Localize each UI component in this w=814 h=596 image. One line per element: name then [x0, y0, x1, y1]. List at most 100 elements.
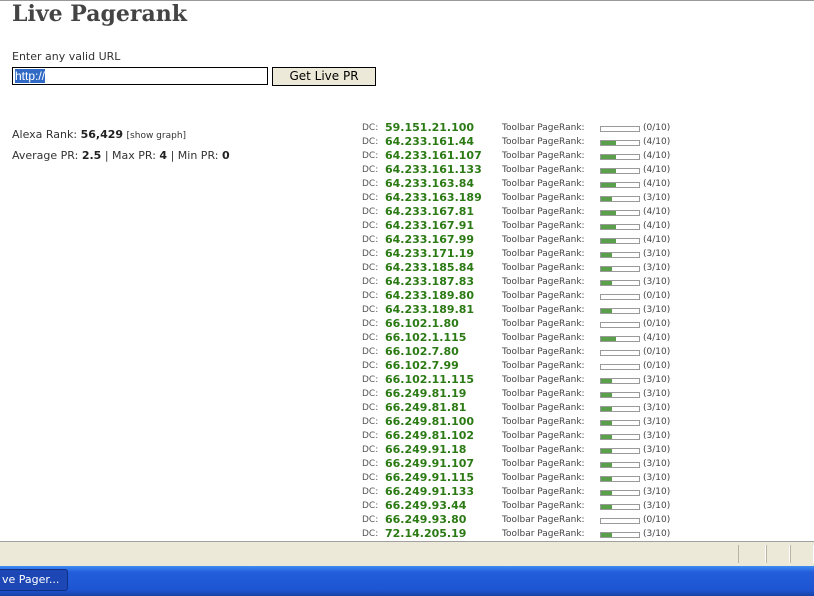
pagerank-bar: [600, 126, 640, 132]
pagerank-bar: [600, 238, 640, 244]
pagerank-bar-fill: [601, 449, 613, 453]
datacenter-row: DC: 64.233.167.91 Toolbar PageRank: (4/10): [362, 219, 692, 233]
toolbar-pagerank-label: Toolbar PageRank:: [502, 347, 585, 357]
pagerank-bar: [600, 490, 640, 496]
dc-ip: 59.151.21.100: [385, 121, 475, 134]
dc-prefix: DC:: [362, 193, 379, 203]
toolbar-pagerank-label: Toolbar PageRank:: [502, 235, 585, 245]
dc-ip: 66.102.7.99: [385, 359, 459, 372]
pagerank-bar: [600, 532, 640, 538]
dc-prefix: DC:: [362, 375, 379, 385]
dc-prefix: DC:: [362, 221, 379, 231]
alexa-rank-value: 56,429: [80, 128, 124, 141]
pagerank-bar-fill: [601, 491, 613, 495]
dc-prefix: DC:: [362, 389, 379, 399]
dc-ip: 66.249.81.100: [385, 415, 475, 428]
dc-ip: 66.249.81.81: [385, 401, 467, 414]
pagerank-bar: [600, 154, 640, 160]
pagerank-bar-fill: [601, 267, 613, 271]
pagerank-score: (3/10): [643, 263, 671, 273]
datacenter-row: DC: 66.249.93.80 Toolbar PageRank: (0/10): [362, 513, 692, 527]
pagerank-bar-fill: [601, 197, 613, 201]
dc-prefix: DC:: [362, 249, 379, 259]
toolbar-pagerank-label: Toolbar PageRank:: [502, 515, 585, 525]
toolbar-pagerank-label: Toolbar PageRank:: [502, 501, 585, 511]
dc-ip: 64.233.167.99: [385, 233, 475, 246]
toolbar-pagerank-label: Toolbar PageRank:: [502, 319, 585, 329]
pagerank-bar-fill: [601, 407, 613, 411]
datacenter-row: DC: 64.233.163.84 Toolbar PageRank: (4/10): [362, 177, 692, 191]
pagerank-bar: [600, 168, 640, 174]
dc-prefix: DC:: [362, 529, 379, 539]
pagerank-bar: [600, 336, 640, 342]
toolbar-pagerank-label: Toolbar PageRank:: [502, 375, 585, 385]
datacenter-row: DC: 66.249.81.19 Toolbar PageRank: (3/10): [362, 387, 692, 401]
pagerank-score: (0/10): [643, 347, 671, 357]
datacenter-row: DC: 64.233.189.81 Toolbar PageRank: (3/10): [362, 303, 692, 317]
pagerank-bar: [600, 504, 640, 510]
show-graph-link[interactable]: [show graph]: [127, 131, 187, 141]
pagerank-score: (0/10): [643, 515, 671, 525]
average-pr-label: Average PR:: [12, 149, 79, 162]
datacenter-row: DC: 64.233.161.107 Toolbar PageRank: (4/10): [362, 149, 692, 163]
pagerank-bar: [600, 140, 640, 146]
dc-prefix: DC:: [362, 207, 379, 217]
pagerank-bar-fill: [601, 155, 617, 159]
max-pr-value: 4: [159, 149, 168, 162]
taskbar-window-button[interactable]: ve Pager...: [0, 569, 68, 591]
dc-prefix: DC:: [362, 123, 379, 133]
dc-ip: 64.233.167.81: [385, 205, 475, 218]
datacenter-row: DC: 64.233.187.83 Toolbar PageRank: (3/10): [362, 275, 692, 289]
pagerank-bar-fill: [601, 239, 617, 243]
pagerank-score: (3/10): [643, 277, 671, 287]
separator: |: [170, 149, 175, 162]
pagerank-bar-fill: [601, 533, 613, 537]
alexa-rank-label: Alexa Rank:: [12, 128, 78, 141]
dc-ip: 66.249.81.19: [385, 387, 467, 400]
get-live-pr-button[interactable]: Get Live PR: [272, 67, 376, 86]
pagerank-bar: [600, 182, 640, 188]
pagerank-score: (3/10): [643, 193, 671, 203]
pagerank-bar-fill: [601, 393, 613, 397]
datacenter-row: DC: 66.102.7.80 Toolbar PageRank: (0/10): [362, 345, 692, 359]
pagerank-score: (3/10): [643, 431, 671, 441]
dc-ip: 64.233.163.189: [385, 191, 482, 204]
separator: |: [104, 149, 109, 162]
datacenter-row: DC: 66.102.7.99 Toolbar PageRank: (0/10): [362, 359, 692, 373]
dc-ip: 66.249.81.102: [385, 429, 475, 442]
status-pane: [766, 545, 790, 563]
pagerank-score: (3/10): [643, 487, 671, 497]
dc-prefix: DC:: [362, 305, 379, 315]
dc-prefix: DC:: [362, 473, 379, 483]
pagerank-bar: [600, 280, 640, 286]
pagerank-bar: [600, 462, 640, 468]
dc-ip: 72.14.205.19: [385, 527, 467, 540]
toolbar-pagerank-label: Toolbar PageRank:: [502, 179, 585, 189]
datacenter-row: DC: 66.249.91.107 Toolbar PageRank: (3/10): [362, 457, 692, 471]
toolbar-pagerank-label: Toolbar PageRank:: [502, 221, 585, 231]
pagerank-score: (4/10): [643, 207, 671, 217]
pagerank-bar-fill: [601, 211, 617, 215]
max-pr-label: Max PR:: [112, 149, 156, 162]
dc-ip: 66.249.93.80: [385, 513, 467, 526]
toolbar-pagerank-label: Toolbar PageRank:: [502, 403, 585, 413]
datacenter-row: DC: 66.102.1.115 Toolbar PageRank: (4/10): [362, 331, 692, 345]
pagerank-bar: [600, 308, 640, 314]
dc-prefix: DC:: [362, 235, 379, 245]
pagerank-bar: [600, 448, 640, 454]
page-title: Live Pagerank: [12, 1, 187, 27]
pagerank-score: (3/10): [643, 459, 671, 469]
toolbar-pagerank-label: Toolbar PageRank:: [502, 473, 585, 483]
pagerank-score: (3/10): [643, 375, 671, 385]
datacenter-row: DC: 66.249.91.115 Toolbar PageRank: (3/10): [362, 471, 692, 485]
pagerank-bar-fill: [601, 183, 617, 187]
datacenter-row: DC: 66.249.81.81 Toolbar PageRank: (3/10): [362, 401, 692, 415]
dc-ip: 64.233.167.91: [385, 219, 475, 232]
datacenter-row: DC: 64.233.163.189 Toolbar PageRank: (3/10): [362, 191, 692, 205]
pagerank-bar-fill: [601, 281, 613, 285]
dc-ip: 64.233.189.80: [385, 289, 475, 302]
status-bar: [0, 541, 814, 566]
url-input[interactable]: http://: [12, 67, 268, 85]
pagerank-bar: [600, 364, 640, 370]
datacenter-list: DC: 59.151.21.100 Toolbar PageRank: (0/10) D…: [362, 121, 692, 541]
